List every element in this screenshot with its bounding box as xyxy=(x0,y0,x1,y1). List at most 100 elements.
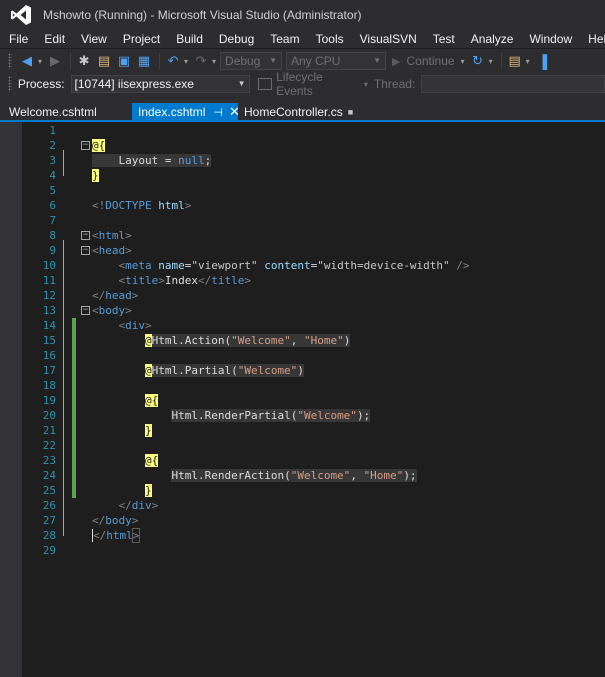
continue-dropdown-icon[interactable]: ▾ xyxy=(461,57,465,66)
menu-team[interactable]: Team xyxy=(270,32,299,46)
tab-label: HomeController.cs xyxy=(244,105,343,119)
solution-configuration-select[interactable]: Debug ▼ xyxy=(220,52,283,70)
menu-debug[interactable]: Debug xyxy=(219,32,254,46)
tab-welcome-cshtml[interactable]: Welcome.cshtml xyxy=(3,103,103,121)
lifecycle-events-button[interactable]: Lifecycle Events xyxy=(276,70,360,98)
save-all-icon[interactable]: ▦ xyxy=(135,52,153,70)
menu-help[interactable]: Help xyxy=(588,32,605,46)
code-editor[interactable]: 1 2− @{3 Layout = null; 4} 5 6 <!DOCTYPE html>… xyxy=(0,122,605,677)
collapse-icon[interactable]: − xyxy=(81,231,90,240)
menu-test[interactable]: Test xyxy=(433,32,455,46)
code-line[interactable]: 29 xyxy=(22,543,605,558)
code-token: > xyxy=(131,528,141,543)
open-file-icon[interactable]: ▤ xyxy=(95,52,113,70)
navigate-back-icon[interactable]: ◀ xyxy=(18,52,36,70)
tab-index-cshtml[interactable]: Index.cshtml ⊣ ✕ xyxy=(132,103,240,121)
code-line[interactable]: 5 xyxy=(22,183,605,198)
undo-icon[interactable]: ↶ xyxy=(164,52,182,70)
code-line[interactable]: 14 <div> xyxy=(22,318,605,333)
code-line[interactable]: 9 − <head> xyxy=(22,243,605,258)
code-line[interactable]: 8 − <html> xyxy=(22,228,605,243)
code-line[interactable]: 1 xyxy=(22,123,605,138)
title-bar: Mshowto (Running) - Microsoft Visual Stu… xyxy=(0,0,605,30)
navigate-forward-icon[interactable]: ▶ xyxy=(46,52,64,70)
collapse-icon[interactable]: − xyxy=(81,141,90,150)
code-token: < xyxy=(92,304,99,317)
panel-layout-icon[interactable]: ▐ xyxy=(534,52,552,70)
code-line[interactable]: 20 Html.RenderPartial("Welcome"); xyxy=(22,408,605,423)
solution-platform-select[interactable]: Any CPU ▼ xyxy=(286,52,387,70)
code-line[interactable]: 18 xyxy=(22,378,605,393)
tab-homecontroller-cs[interactable]: HomeController.cs ■ xyxy=(238,103,359,121)
line-number: 28 xyxy=(42,529,56,542)
code-line[interactable]: 27 </body> xyxy=(22,513,605,528)
code-line[interactable]: 26 </div> xyxy=(22,498,605,513)
redo-icon[interactable]: ↷ xyxy=(192,52,210,70)
code-token: head xyxy=(105,289,132,302)
menu-window[interactable]: Window xyxy=(529,32,572,46)
menu-analyze[interactable]: Analyze xyxy=(471,32,514,46)
code-line[interactable]: 2 − @{ xyxy=(22,138,605,153)
code-token: > xyxy=(131,289,139,302)
menu-view[interactable]: View xyxy=(81,32,107,46)
code-line[interactable]: 6 <!DOCTYPE html> xyxy=(22,198,605,213)
pin-icon[interactable]: ⊣ xyxy=(213,106,223,119)
code-line[interactable]: 22 xyxy=(22,438,605,453)
code-line[interactable]: 4} xyxy=(22,168,605,183)
code-token: /> xyxy=(449,259,470,272)
menu-visualsvn[interactable]: VisualSVN xyxy=(360,32,417,46)
code-token: < xyxy=(92,274,126,287)
code-line[interactable]: 25 } xyxy=(22,483,605,498)
continue-button[interactable]: ▶ Continue ▾ xyxy=(392,54,469,68)
code-line[interactable]: 28 </html> xyxy=(22,528,605,543)
code-line[interactable]: 12 </head> xyxy=(22,288,605,303)
code-line[interactable]: 23 @{ xyxy=(22,453,605,468)
code-line[interactable]: 3 Layout = null; xyxy=(22,153,605,168)
code-text: </html> xyxy=(92,528,141,543)
new-project-icon[interactable]: ✱ xyxy=(75,52,93,70)
save-icon[interactable]: ▣ xyxy=(115,52,133,70)
redo-dropdown-icon[interactable]: ▾ xyxy=(212,57,216,66)
indicator-margin[interactable] xyxy=(0,122,22,677)
code-line[interactable]: 15 @Html.Action("Welcome", "Home") xyxy=(22,333,605,348)
lifecycle-dropdown-icon[interactable]: ▾ xyxy=(364,80,368,89)
menu-edit[interactable]: Edit xyxy=(44,32,65,46)
thread-label: Thread: xyxy=(373,77,416,91)
code-line[interactable]: 7 xyxy=(22,213,605,228)
line-number: 27 xyxy=(42,514,56,527)
collapse-icon[interactable]: − xyxy=(81,306,90,315)
line-number: 19 xyxy=(42,394,56,407)
toolbar-overflow-icon[interactable]: ▾ xyxy=(526,57,530,66)
undo-dropdown-icon[interactable]: ▾ xyxy=(184,57,188,66)
menu-build[interactable]: Build xyxy=(176,32,203,46)
code-line[interactable]: 11 <title>Index</title> xyxy=(22,273,605,288)
code-line[interactable]: 19 @{ xyxy=(22,393,605,408)
collapse-icon[interactable]: − xyxy=(81,246,90,255)
toolbar-grip[interactable] xyxy=(8,76,12,92)
code-line[interactable]: 21 } xyxy=(22,423,605,438)
toolbar-grip[interactable] xyxy=(8,53,12,69)
find-in-files-icon[interactable]: ▤ xyxy=(506,52,524,70)
menu-tools[interactable]: Tools xyxy=(316,32,344,46)
code-line[interactable]: 10 <meta name="viewport" content="width=… xyxy=(22,258,605,273)
menu-project[interactable]: Project xyxy=(123,32,160,46)
navigate-back-dropdown-icon[interactable]: ▾ xyxy=(38,57,42,66)
thread-select[interactable] xyxy=(421,75,605,93)
restart-dropdown-icon[interactable]: ▾ xyxy=(489,57,493,66)
code-text: } xyxy=(92,423,152,438)
code-token: ); xyxy=(356,409,371,422)
code-line[interactable]: 17 @Html.Partial("Welcome") xyxy=(22,363,605,378)
code-line[interactable]: 16 xyxy=(22,348,605,363)
code-token: , xyxy=(290,334,304,347)
change-marker xyxy=(72,363,76,378)
change-marker xyxy=(72,423,76,438)
code-token: </ xyxy=(92,514,106,527)
menu-file[interactable]: File xyxy=(9,32,28,46)
code-line[interactable]: 24 Html.RenderAction("Welcome", "Home"); xyxy=(22,468,605,483)
process-select[interactable]: [10744] iisexpress.exe ▼ xyxy=(70,75,251,93)
code-text: </body> xyxy=(92,513,138,528)
code-token: ); xyxy=(403,469,417,482)
restart-icon[interactable]: ↻ xyxy=(469,52,487,70)
code-line[interactable]: 13 − <body> xyxy=(22,303,605,318)
